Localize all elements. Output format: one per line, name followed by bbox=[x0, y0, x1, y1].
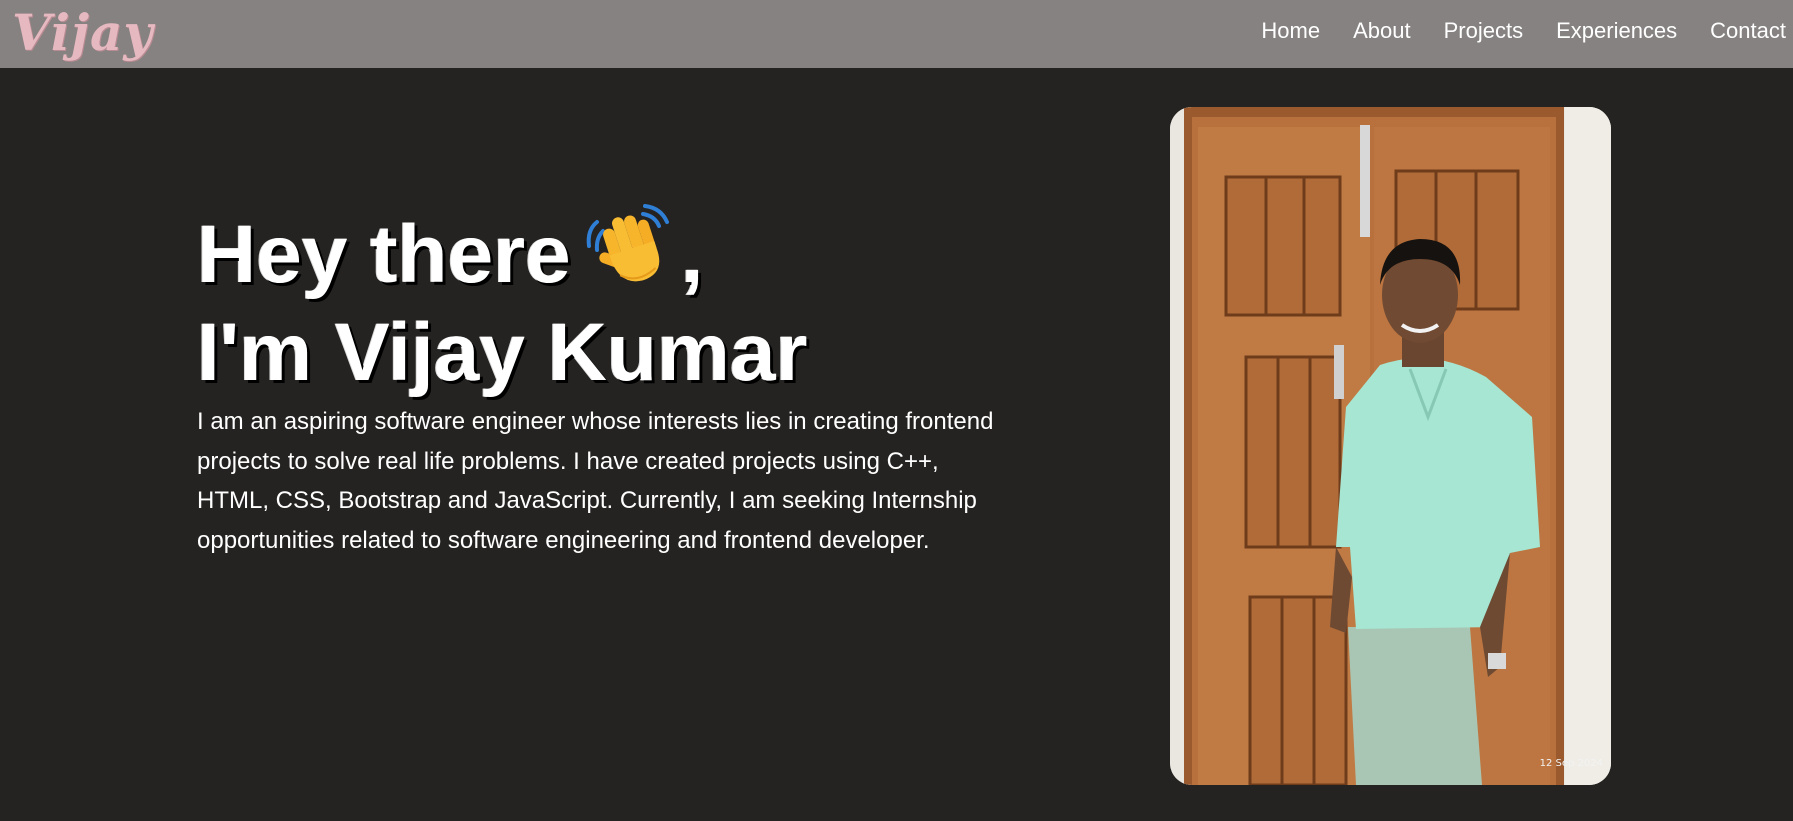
nav-link-about[interactable]: About bbox=[1353, 18, 1411, 44]
site-logo[interactable]: Vijay bbox=[12, 3, 153, 63]
hero-title: Hey there , I'm Vijay Kumar bbox=[197, 200, 807, 402]
navbar: Vijay Home About Projects Experiences Co… bbox=[0, 0, 1793, 68]
profile-photo-illustration bbox=[1170, 107, 1611, 785]
nav-links: Home About Projects Experiences Contact bbox=[1261, 18, 1786, 44]
waving-hand-icon bbox=[583, 200, 675, 288]
nav-link-home[interactable]: Home bbox=[1261, 18, 1320, 44]
hero-description: I am an aspiring software engineer whose… bbox=[197, 408, 994, 554]
photo-date-stamp: 12 Sep 2024 bbox=[1539, 758, 1603, 769]
hero-greeting: Hey there bbox=[197, 209, 571, 300]
profile-photo: 12 Sep 2024 bbox=[1170, 107, 1611, 785]
hero-greeting-comma: , bbox=[680, 209, 704, 300]
nav-link-contact[interactable]: Contact bbox=[1710, 18, 1786, 44]
nav-link-experiences[interactable]: Experiences bbox=[1556, 18, 1677, 44]
hero-name: I'm Vijay Kumar bbox=[197, 307, 808, 398]
nav-link-projects[interactable]: Projects bbox=[1444, 18, 1523, 44]
